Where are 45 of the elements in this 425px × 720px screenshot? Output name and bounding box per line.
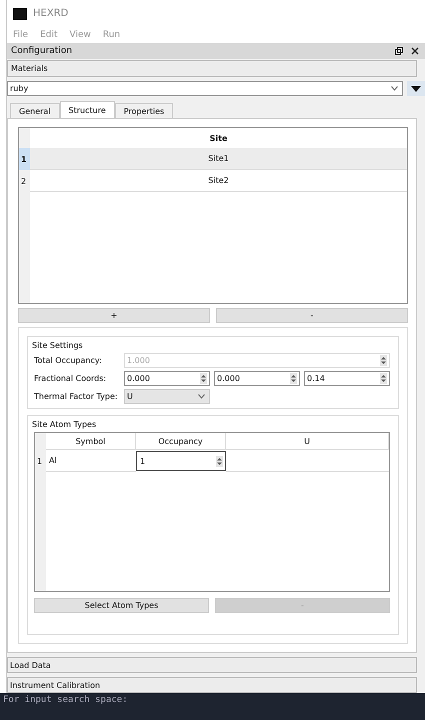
dock-title: Configuration	[11, 46, 72, 56]
row-number: 1	[35, 450, 46, 472]
chevron-icon	[198, 394, 205, 399]
column-header: Occupancy	[136, 433, 226, 450]
table-cell: Al	[46, 450, 136, 472]
field-label: Thermal Factor Type:	[34, 392, 119, 401]
app-logo-icon	[13, 8, 27, 20]
window-title: HEXRD	[33, 8, 68, 19]
column-header: Site	[208, 132, 228, 144]
spin-arrows-icon[interactable]	[290, 373, 297, 384]
occupancy-field[interactable]: 1	[136, 451, 226, 471]
row-number[interactable]: 1	[19, 148, 30, 170]
section-header[interactable]: Load Data	[7, 657, 417, 673]
spin-arrows-icon[interactable]	[216, 456, 223, 466]
chevron-icon	[391, 86, 398, 91]
console-text: For input search space:	[3, 695, 128, 705]
coordinate-field[interactable]: 0.14	[304, 371, 390, 386]
spin-arrows-icon[interactable]	[380, 373, 387, 384]
tab[interactable]: Structure	[60, 101, 115, 118]
row-header-gutter	[19, 128, 30, 148]
spin-arrows-icon[interactable]	[200, 373, 207, 384]
section-header[interactable]: Instrument Calibration	[7, 677, 417, 693]
group-title: Site Atom Types	[32, 420, 98, 429]
tab[interactable]: General	[10, 103, 60, 118]
float-icon[interactable]	[395, 47, 403, 55]
column-header: Symbol	[46, 433, 136, 450]
field-label: Total Occupancy:	[34, 356, 103, 365]
menu-dropdown-button[interactable]	[407, 81, 425, 96]
material-dropdown[interactable]: ruby	[7, 81, 403, 96]
row-header-gutter	[35, 433, 46, 450]
table-cell[interactable]: Site1	[30, 148, 407, 170]
add-button[interactable]: +	[18, 308, 210, 323]
remove-button[interactable]: -	[216, 308, 408, 323]
materials-header[interactable]: Materials	[7, 60, 417, 77]
coordinate-field[interactable]: 0.000	[124, 371, 210, 386]
thermal-type-dropdown[interactable]: U	[124, 389, 210, 404]
coordinate-field[interactable]: 0.000	[214, 371, 300, 386]
select-atom-types-button[interactable]: Select Atom Types	[34, 598, 209, 613]
tab[interactable]: Properties	[114, 103, 174, 118]
column-header: U	[226, 433, 389, 450]
triangle-down-icon	[411, 86, 421, 92]
field-label: Fractional Coords:	[34, 374, 108, 383]
row-number[interactable]: 2	[19, 170, 30, 192]
group-title: Site Settings	[32, 341, 84, 350]
close-icon[interactable]	[411, 47, 419, 55]
